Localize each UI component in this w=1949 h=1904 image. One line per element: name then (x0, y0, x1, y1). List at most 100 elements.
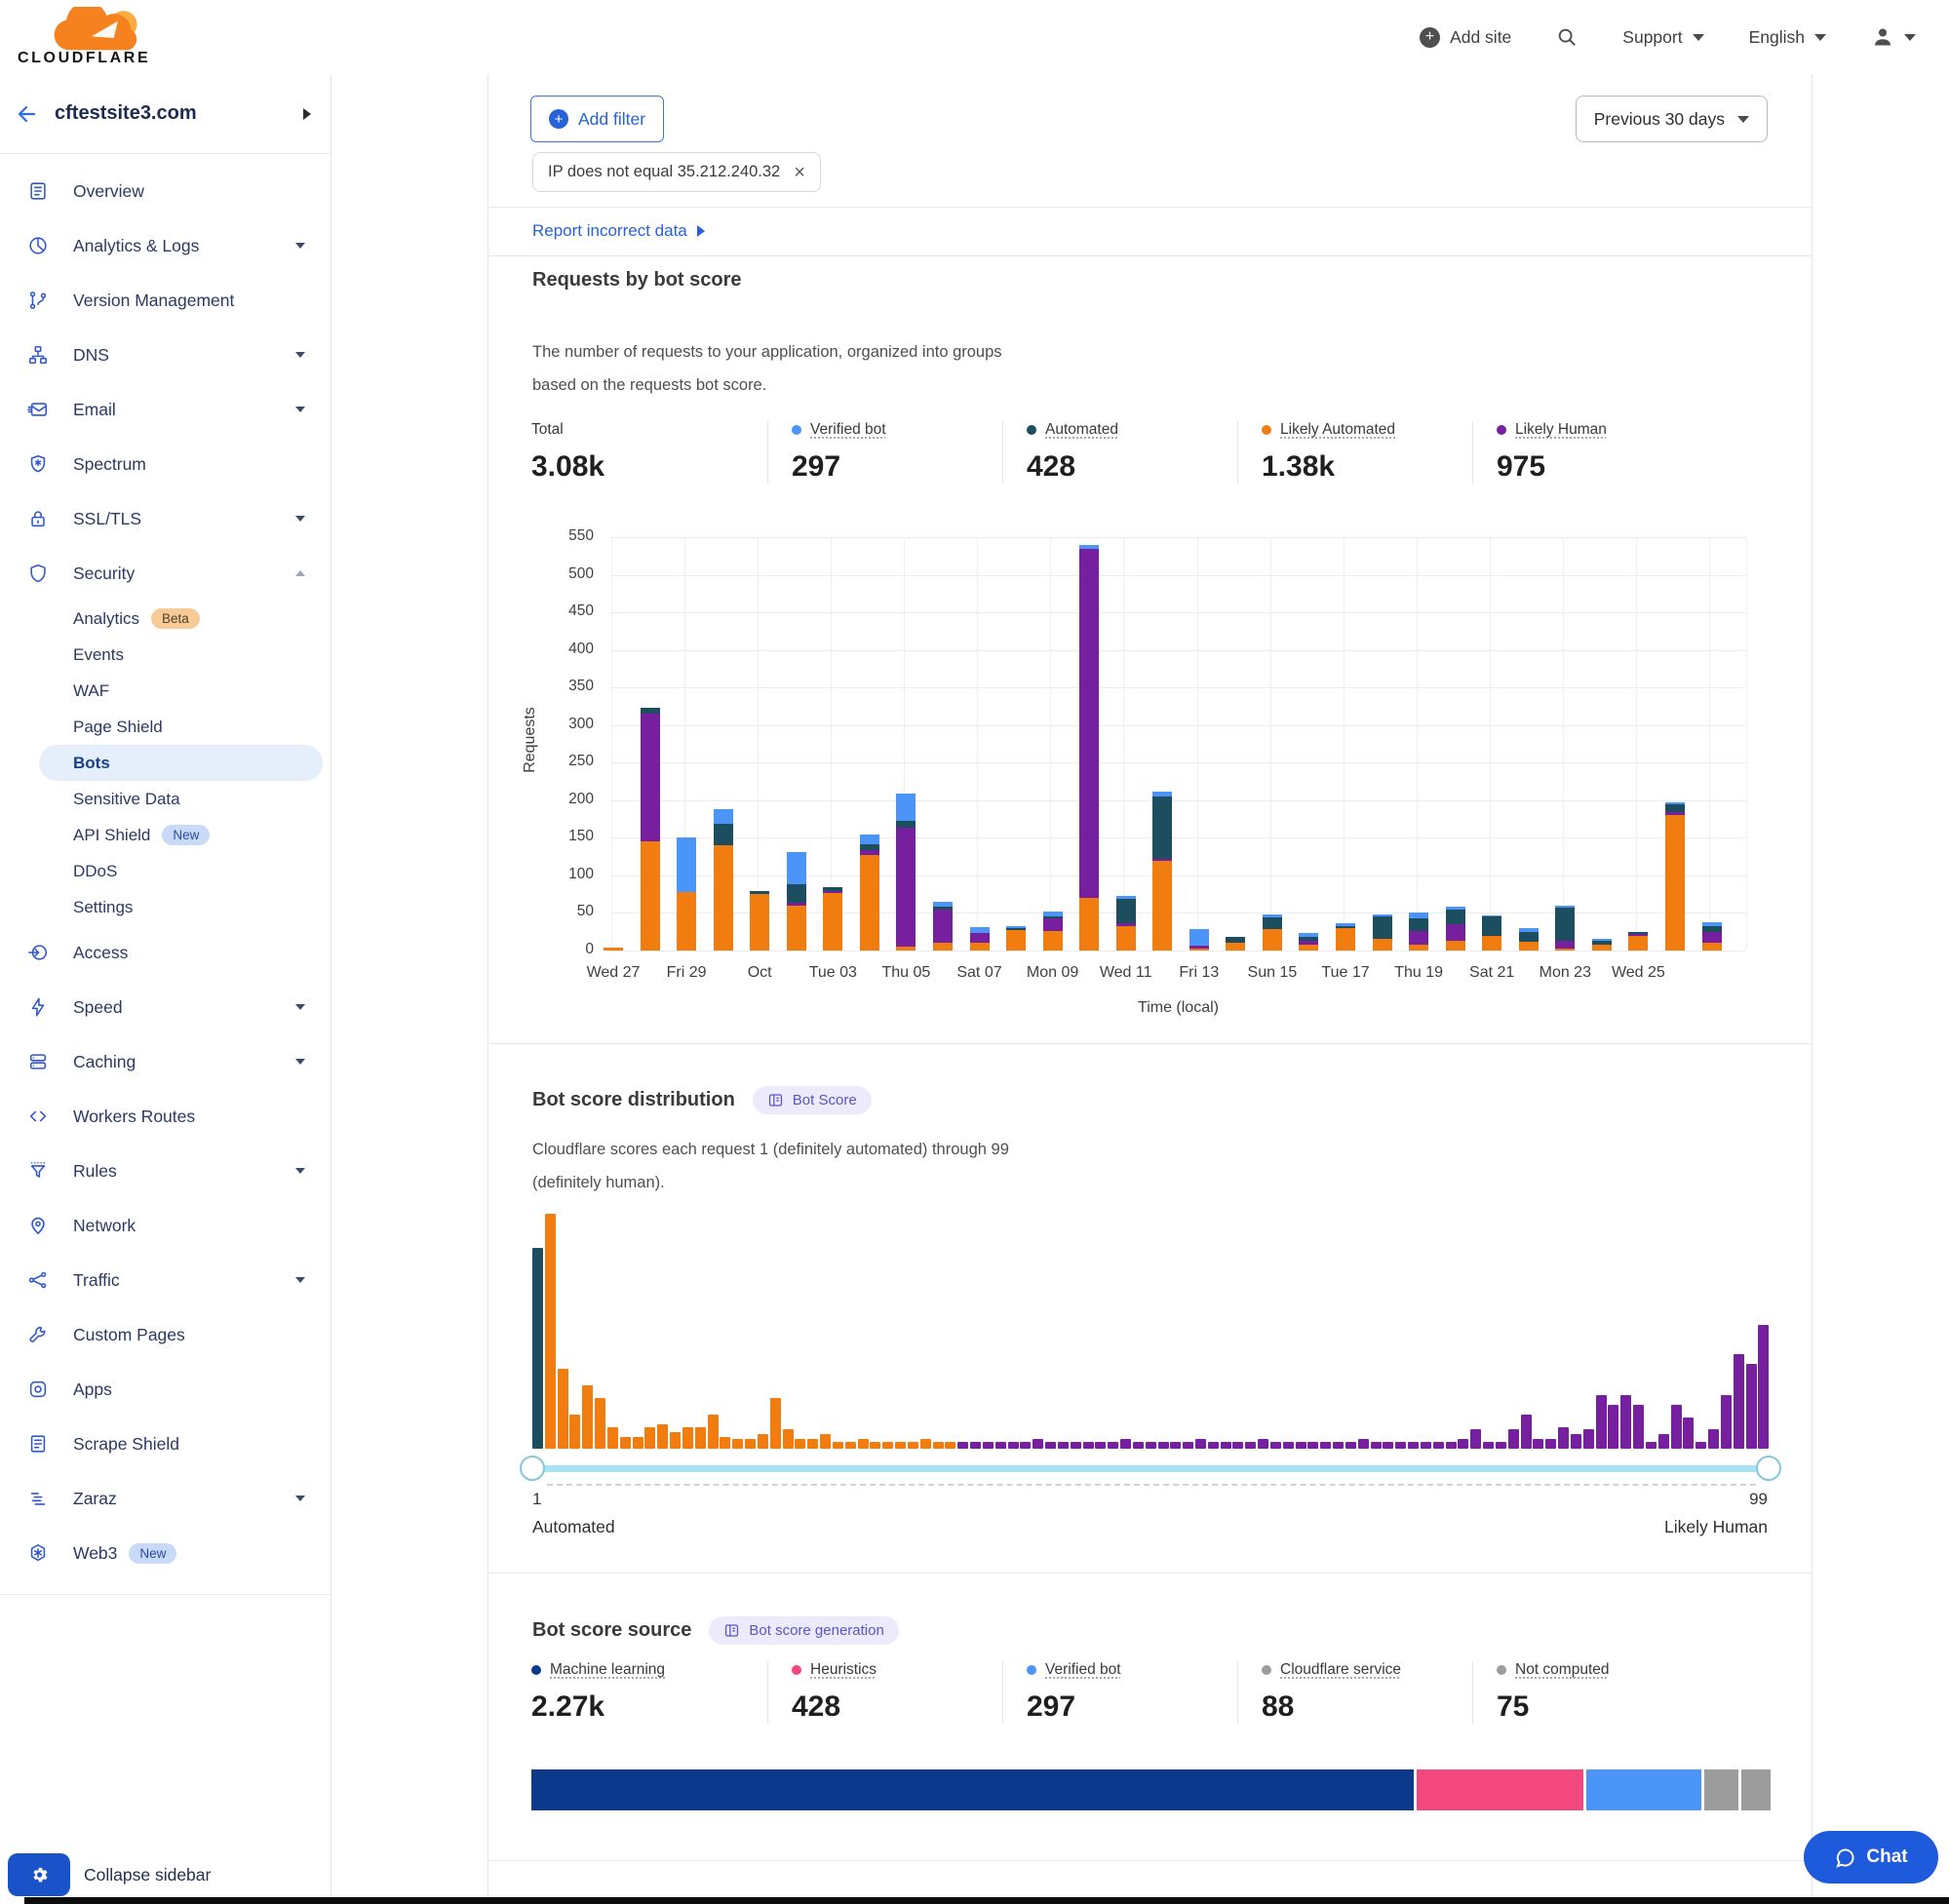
gear-button[interactable] (8, 1853, 70, 1896)
sidebar-item-ddos[interactable]: DDoS (39, 853, 323, 889)
close-icon[interactable]: × (794, 163, 805, 182)
score-slider-track[interactable] (532, 1465, 1769, 1472)
sidebar-subitem-label: Settings (73, 898, 133, 917)
stat-label[interactable]: Automated (1045, 421, 1118, 439)
sidebar-item-zaraz[interactable]: Zaraz (0, 1471, 331, 1526)
cloudflare-logo[interactable]: CLOUDFLARE (18, 7, 152, 67)
sidebar-item-page-shield[interactable]: Page Shield (39, 709, 323, 745)
stat-label[interactable]: Machine learning (550, 1661, 665, 1679)
sidebar-item-events[interactable]: Events (39, 637, 323, 673)
sidebar-item-overview[interactable]: Overview (0, 164, 331, 218)
sidebar-item-label: Traffic (73, 1270, 120, 1291)
sidebar-item-traffic[interactable]: Traffic (0, 1253, 331, 1307)
user-icon (1871, 25, 1894, 49)
requests-bar-segment (1079, 545, 1099, 549)
score-bar-97 (1734, 1354, 1744, 1449)
requests-bar-segment (1263, 914, 1282, 917)
sidebar-item-version-management[interactable]: Version Management (0, 273, 331, 328)
sidebar-item-scrape-shield[interactable]: Scrape Shield (0, 1417, 331, 1471)
stat-label[interactable]: Verified bot (1045, 1661, 1121, 1679)
gridline (610, 762, 1746, 763)
slider-handle-min[interactable] (520, 1456, 545, 1481)
sidebar-item-label: Web3 (73, 1543, 117, 1564)
requests-bar-segment (933, 902, 953, 907)
sidebar-item-rules[interactable]: Rules (0, 1144, 331, 1198)
sidebar-nav: Overview Analytics & LogsVersion Manageme… (0, 154, 331, 1595)
gridline (758, 537, 759, 951)
stat-label[interactable]: Likely Human (1515, 421, 1607, 439)
score-bar-46 (1095, 1442, 1106, 1449)
score-bar-38 (995, 1442, 1006, 1449)
language-menu[interactable]: English (1749, 27, 1826, 48)
sidebar-item-spectrum[interactable]: Spectrum (0, 437, 331, 491)
requests-bar-segment (714, 824, 733, 845)
score-bar-43 (1058, 1442, 1069, 1449)
sidebar-item-waf[interactable]: WAF (39, 673, 323, 709)
sidebar-item-bots[interactable]: Bots (39, 745, 323, 781)
score-bar-65 (1333, 1442, 1344, 1449)
account-menu[interactable] (1871, 25, 1916, 49)
chevron-down-icon (295, 407, 305, 412)
collapse-sidebar-button[interactable]: Collapse sidebar (8, 1853, 211, 1896)
sidebar-item-settings[interactable]: Settings (39, 889, 323, 925)
sidebar-item-analytics-logs[interactable]: Analytics & Logs (0, 218, 331, 273)
requests-bar-segment (1555, 941, 1575, 949)
sidebar-item-network[interactable]: Network (0, 1198, 331, 1253)
gridline (610, 537, 1746, 538)
add-site-button[interactable]: + Add site (1420, 27, 1511, 48)
sidebar-item-dns[interactable]: DNS (0, 328, 331, 382)
sidebar-item-api-shield[interactable]: API ShieldNew (39, 817, 323, 853)
sidebar-item-ssl-tls[interactable]: SSL/TLS (0, 491, 331, 546)
sidebar-item-label: Overview (73, 181, 144, 202)
score-bar-89 (1633, 1405, 1644, 1449)
slider-handle-max[interactable] (1756, 1456, 1781, 1481)
stat-label[interactable]: Cloudflare service (1280, 1661, 1401, 1679)
score-bar-21 (783, 1429, 794, 1449)
score-bar-9 (633, 1437, 643, 1449)
gridline (1344, 537, 1345, 951)
add-filter-button[interactable]: + Add filter (530, 96, 664, 142)
sidebar-item-custom-pages[interactable]: Custom Pages (0, 1307, 331, 1362)
stat-likely-automated: Likely Automated1.38k (1237, 421, 1472, 484)
report-incorrect-data-link[interactable]: Report incorrect data (532, 208, 705, 254)
stat-label[interactable]: Heuristics (810, 1661, 877, 1679)
divider (488, 1573, 1812, 1574)
site-switcher[interactable]: cftestsite3.com (0, 74, 331, 154)
y-axis-tick: 500 (518, 565, 594, 583)
sidebar-item-sensitive-data[interactable]: Sensitive Data (39, 781, 323, 817)
sidebar-item-apps[interactable]: Apps (0, 1362, 331, 1417)
slider-max-label: 99 (1749, 1490, 1768, 1509)
chat-button[interactable]: Chat (1804, 1831, 1938, 1884)
date-range-dropdown[interactable]: Previous 30 days (1576, 96, 1768, 142)
support-menu[interactable]: Support (1622, 27, 1703, 48)
score-bar-72 (1421, 1442, 1431, 1449)
search-icon[interactable] (1556, 26, 1578, 48)
score-bar-30 (895, 1442, 906, 1449)
sidebar-item-speed[interactable]: Speed (0, 980, 331, 1034)
score-bar-94 (1696, 1442, 1706, 1449)
sidebar-item-caching[interactable]: Caching (0, 1034, 331, 1089)
sidebar-item-workers-routes[interactable]: Workers Routes (0, 1089, 331, 1144)
requests-bar-segment (1592, 939, 1612, 941)
y-axis-title: Requests (522, 677, 539, 803)
sidebar-item-web3[interactable]: Web3New (0, 1526, 331, 1580)
sidebar-item-access[interactable]: Access (0, 925, 331, 980)
docs-icon (723, 1622, 740, 1639)
gridline (1709, 537, 1710, 951)
bot-score-generation-badge[interactable]: Bot score generation (709, 1616, 898, 1645)
back-arrow-icon[interactable] (16, 102, 39, 126)
legend-dot (1497, 1665, 1506, 1675)
filter-chip[interactable]: IP does not equal 35.212.240.32 × (532, 152, 821, 192)
sidebar-item-analytics[interactable]: AnalyticsBeta (39, 601, 323, 637)
access-icon (27, 942, 49, 963)
caret-right-icon[interactable] (303, 108, 311, 120)
bot-score-badge[interactable]: Bot Score (753, 1086, 872, 1114)
stat-label[interactable]: Likely Automated (1280, 421, 1395, 439)
email-icon (27, 399, 49, 420)
stat-label[interactable]: Not computed (1515, 1661, 1610, 1679)
score-bar-55 (1208, 1442, 1219, 1449)
sidebar-item-email[interactable]: Email (0, 382, 331, 437)
sidebar-item-security[interactable]: Security (0, 546, 331, 601)
requests-bar-segment (1409, 945, 1428, 951)
stat-label[interactable]: Verified bot (810, 421, 886, 439)
